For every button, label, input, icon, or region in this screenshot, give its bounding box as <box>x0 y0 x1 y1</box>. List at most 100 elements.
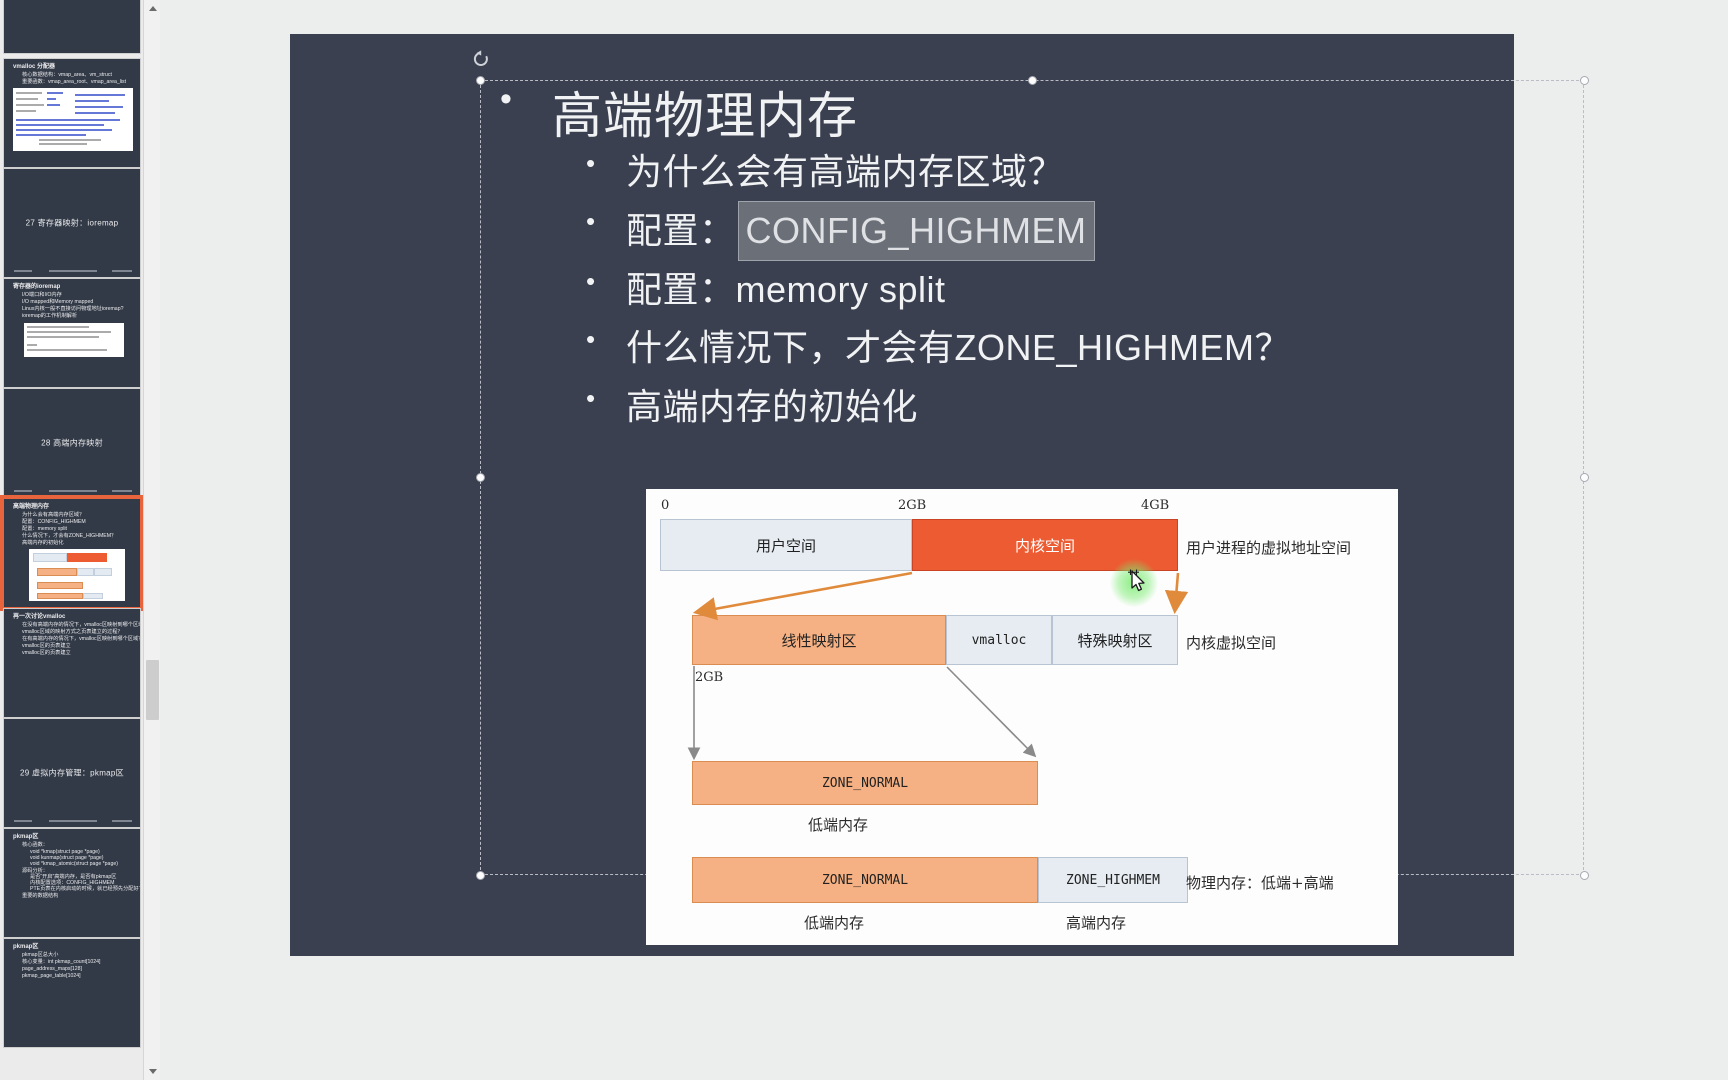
thumbnail-canvas-selected[interactable]: 高端物理内存 为什么会有高端内存区域？ 配置：CONFIG_HIGHMEM 配置… <box>0 495 144 611</box>
box-zone-normal-low: ZONE_NORMAL <box>692 761 1038 805</box>
bullet-level1: 高端物理内存 <box>486 82 1606 143</box>
thumb-bullet: 在没有高端内存的情况下，vmalloc区映射到哪个区域？ <box>22 622 141 628</box>
box-zone-highmem: ZONE_HIGHMEM <box>1038 857 1188 903</box>
thumb-bullet: 重要的数据结构 <box>22 893 59 899</box>
thumbnail-slide-4[interactable]: 寄存器的ioremap I/O端口和I/O内存 I/O mapped和Memor… <box>3 278 141 388</box>
bullet-text: 高端内存的初始化 <box>626 385 919 427</box>
thumb-bullet: 在有高端内存的情况下，vmalloc区映射到哪个区域？ <box>22 636 141 642</box>
thumb-bullet: 配置：memory split <box>22 526 67 532</box>
thumbnail-pane-scrollbar[interactable] <box>143 0 160 1080</box>
caption-high-memory: 高端内存 <box>1066 914 1127 932</box>
thumb-bullet: 配置：CONFIG_HIGHMEM <box>22 519 86 525</box>
bullet-level2-4: 什么情况下，才会有ZONE_HIGHMEM？ <box>486 318 1606 377</box>
thumbnail-canvas[interactable]: 寄存器的ioremap I/O端口和I/O内存 I/O mapped和Memor… <box>3 278 141 388</box>
caption-low-memory-1: 低端内存 <box>808 816 869 834</box>
thumbnail-canvas[interactable]: pkmap区 pkmap区总大小 核心变量：int pkmap_count[10… <box>3 938 141 1048</box>
thumb-bullet: I/O端口和I/O内存 <box>22 292 62 298</box>
rotate-handle[interactable] <box>472 50 490 68</box>
thumb-diagram-image <box>29 549 125 601</box>
thumb-bullet: 高端内存的初始化 <box>22 540 64 546</box>
thumbnail-slide-8[interactable]: 29 虚拟内存管理：pkmap区 <box>3 718 141 828</box>
thumb-bullet: vmalloc区的页表建立 <box>22 650 71 656</box>
scroll-down-button[interactable] <box>144 1063 160 1080</box>
thumbnail-slide-6[interactable]: 高端物理内存 为什么会有高端内存区域？ 配置：CONFIG_HIGHMEM 配置… <box>0 495 144 611</box>
thumb-title: 寄存器的ioremap <box>13 284 61 290</box>
thumb-title: 高端物理内存 <box>13 504 50 510</box>
resize-handle-ne[interactable] <box>1580 76 1589 85</box>
thumb-bullet: vmalloc区域的映射方式之页表建立的过程？ <box>22 629 123 635</box>
tick-2gb: 2GB <box>898 498 927 513</box>
resize-handle-n[interactable] <box>1028 76 1037 85</box>
thumbnail-canvas[interactable]: 再一次讨论vmalloc 在没有高端内存的情况下，vmalloc区映射到哪个区域… <box>3 608 141 718</box>
thumb-bullet: page_address_maps[128] <box>22 966 82 972</box>
current-slide[interactable]: 高端物理内存 为什么会有高端内存区域？ 配置：CONFIG_HIGHMEM 配置… <box>290 34 1589 956</box>
thumbnail-slide-7[interactable]: 再一次讨论vmalloc 在没有高端内存的情况下，vmalloc区映射到哪个区域… <box>3 608 141 718</box>
thumb-title: pkmap区 <box>13 944 39 950</box>
thumbnail-slide-9[interactable]: pkmap区 核心函数： void *kmap(struct page *pag… <box>3 828 141 938</box>
thumb-bullet: 什么情况下，才会有ZONE_HIGHMEM？ <box>22 533 117 539</box>
slide-body-text[interactable]: 高端物理内存 为什么会有高端内存区域？ 配置：CONFIG_HIGHMEM 配置… <box>486 82 1606 436</box>
memory-layout-diagram[interactable]: 0 2GB 4GB 用户空间 内核空间 用户进程的虚拟地址空间 线性映射区 vm… <box>646 489 1398 945</box>
chevron-up-icon <box>148 6 157 11</box>
thumbnail-slide-10[interactable]: pkmap区 pkmap区总大小 核心变量：int pkmap_count[10… <box>3 938 141 1048</box>
thumbnail-canvas[interactable]: vmalloc 分配器 核心数据结构：vmap_area、vm_struct 重… <box>3 58 141 168</box>
slide-editing-area[interactable]: 高端物理内存 为什么会有高端内存区域？ 配置：CONFIG_HIGHMEM 配置… <box>160 0 1728 1080</box>
thumbnail-canvas[interactable]: 27 寄存器映射：ioremap <box>3 168 141 278</box>
box-user-space: 用户空间 <box>660 519 912 571</box>
thumb-bullet: pkmap区总大小 <box>22 952 59 958</box>
powerpoint-window: vmalloc 分配器 核心数据结构：vmap_area、vm_struct 重… <box>0 0 1728 1080</box>
thumbnail-slide-3[interactable]: 27 寄存器映射：ioremap <box>3 168 141 278</box>
thumb-title: 再一次讨论vmalloc <box>13 614 66 620</box>
box-linear-mapping-area: 线性映射区 <box>692 615 946 665</box>
thumb-title: pkmap区 <box>13 834 39 840</box>
thumbnail-canvas[interactable]: 29 虚拟内存管理：pkmap区 <box>3 718 141 828</box>
highlighted-config-token[interactable]: CONFIG_HIGHMEM <box>737 200 1095 262</box>
thumb-code-image <box>24 323 124 357</box>
thumb-title: 29 虚拟内存管理：pkmap区 <box>20 768 124 778</box>
thumb-footer <box>4 270 140 273</box>
tick-4gb: 4GB <box>1141 498 1170 513</box>
thumb-title: 27 寄存器映射：ioremap <box>25 218 119 228</box>
thumbnail-canvas[interactable]: 28 高端内存映射 <box>3 388 141 498</box>
box-zone-normal-phys: ZONE_NORMAL <box>692 857 1038 903</box>
slide-thumbnail-pane[interactable]: vmalloc 分配器 核心数据结构：vmap_area、vm_struct 重… <box>0 0 160 1080</box>
thumb-title: 28 高端内存映射 <box>41 438 103 448</box>
thumb-footer <box>4 490 140 493</box>
thumb-bullet: void *kmap_atomic(struct page *page) <box>30 861 118 867</box>
thumbnail-canvas[interactable] <box>3 0 141 54</box>
bullet-text: 配置： <box>626 209 736 251</box>
resize-handle-sw[interactable] <box>476 871 485 880</box>
bullet-level2-5: 高端内存的初始化 <box>486 377 1606 436</box>
thumb-bullet: PTE页表在内核启动的时候，就已经预先分配好了 <box>30 886 141 892</box>
thumb-bullet: 为什么会有高端内存区域？ <box>22 512 85 518</box>
thumb-code-image <box>13 88 133 151</box>
label-kernel-virtual-space: 内核虚拟空间 <box>1186 634 1277 652</box>
scroll-up-button[interactable] <box>144 0 160 17</box>
label-user-process-virtual-address-space: 用户进程的虚拟地址空间 <box>1186 539 1352 557</box>
resize-handle-se[interactable] <box>1580 871 1589 880</box>
thumbnail-slide-1[interactable] <box>3 0 141 54</box>
bullet-text: 为什么会有高端内存区域？ <box>626 150 1065 192</box>
thumbnail-slide-2[interactable]: vmalloc 分配器 核心数据结构：vmap_area、vm_struct 重… <box>3 58 141 168</box>
thumb-bullet: I/O mapped和Memory mapped <box>22 299 94 305</box>
resize-handle-e[interactable] <box>1580 473 1589 482</box>
thumbnail-canvas[interactable]: pkmap区 核心函数： void *kmap(struct page *pag… <box>3 828 141 938</box>
thumb-bullet: ioremap的工作机制解析 <box>22 313 78 319</box>
chevron-down-icon <box>148 1069 157 1074</box>
resize-handle-w[interactable] <box>476 473 485 482</box>
thumb-title: vmalloc 分配器 <box>13 64 56 70</box>
thumb-bullet: pkmap_page_table[1024] <box>22 973 81 979</box>
thumb-bullet: vmalloc区的页表建立 <box>22 643 71 649</box>
thumb-bullet: 核心变量：int pkmap_count[1024] <box>22 959 101 965</box>
scrollbar-thumb[interactable] <box>146 660 159 720</box>
box-special-mapping-area: 特殊映射区 <box>1052 615 1178 665</box>
bullet-level2-3: 配置：memory split <box>486 260 1606 319</box>
move-cursor-icon <box>1128 569 1145 592</box>
thumbnail-slide-5[interactable]: 28 高端内存映射 <box>3 388 141 498</box>
label-physical-memory: 物理内存：低端+高端 <box>1186 874 1334 892</box>
bullet-text: 什么情况下，才会有ZONE_HIGHMEM？ <box>626 327 1292 369</box>
thumb-bullet: 重要函数：vmap_area_root、vmap_area_list <box>22 79 127 85</box>
resize-handle-nw[interactable] <box>476 76 485 85</box>
box-vmalloc: vmalloc <box>946 615 1052 665</box>
caption-low-memory-2: 低端内存 <box>804 914 865 932</box>
